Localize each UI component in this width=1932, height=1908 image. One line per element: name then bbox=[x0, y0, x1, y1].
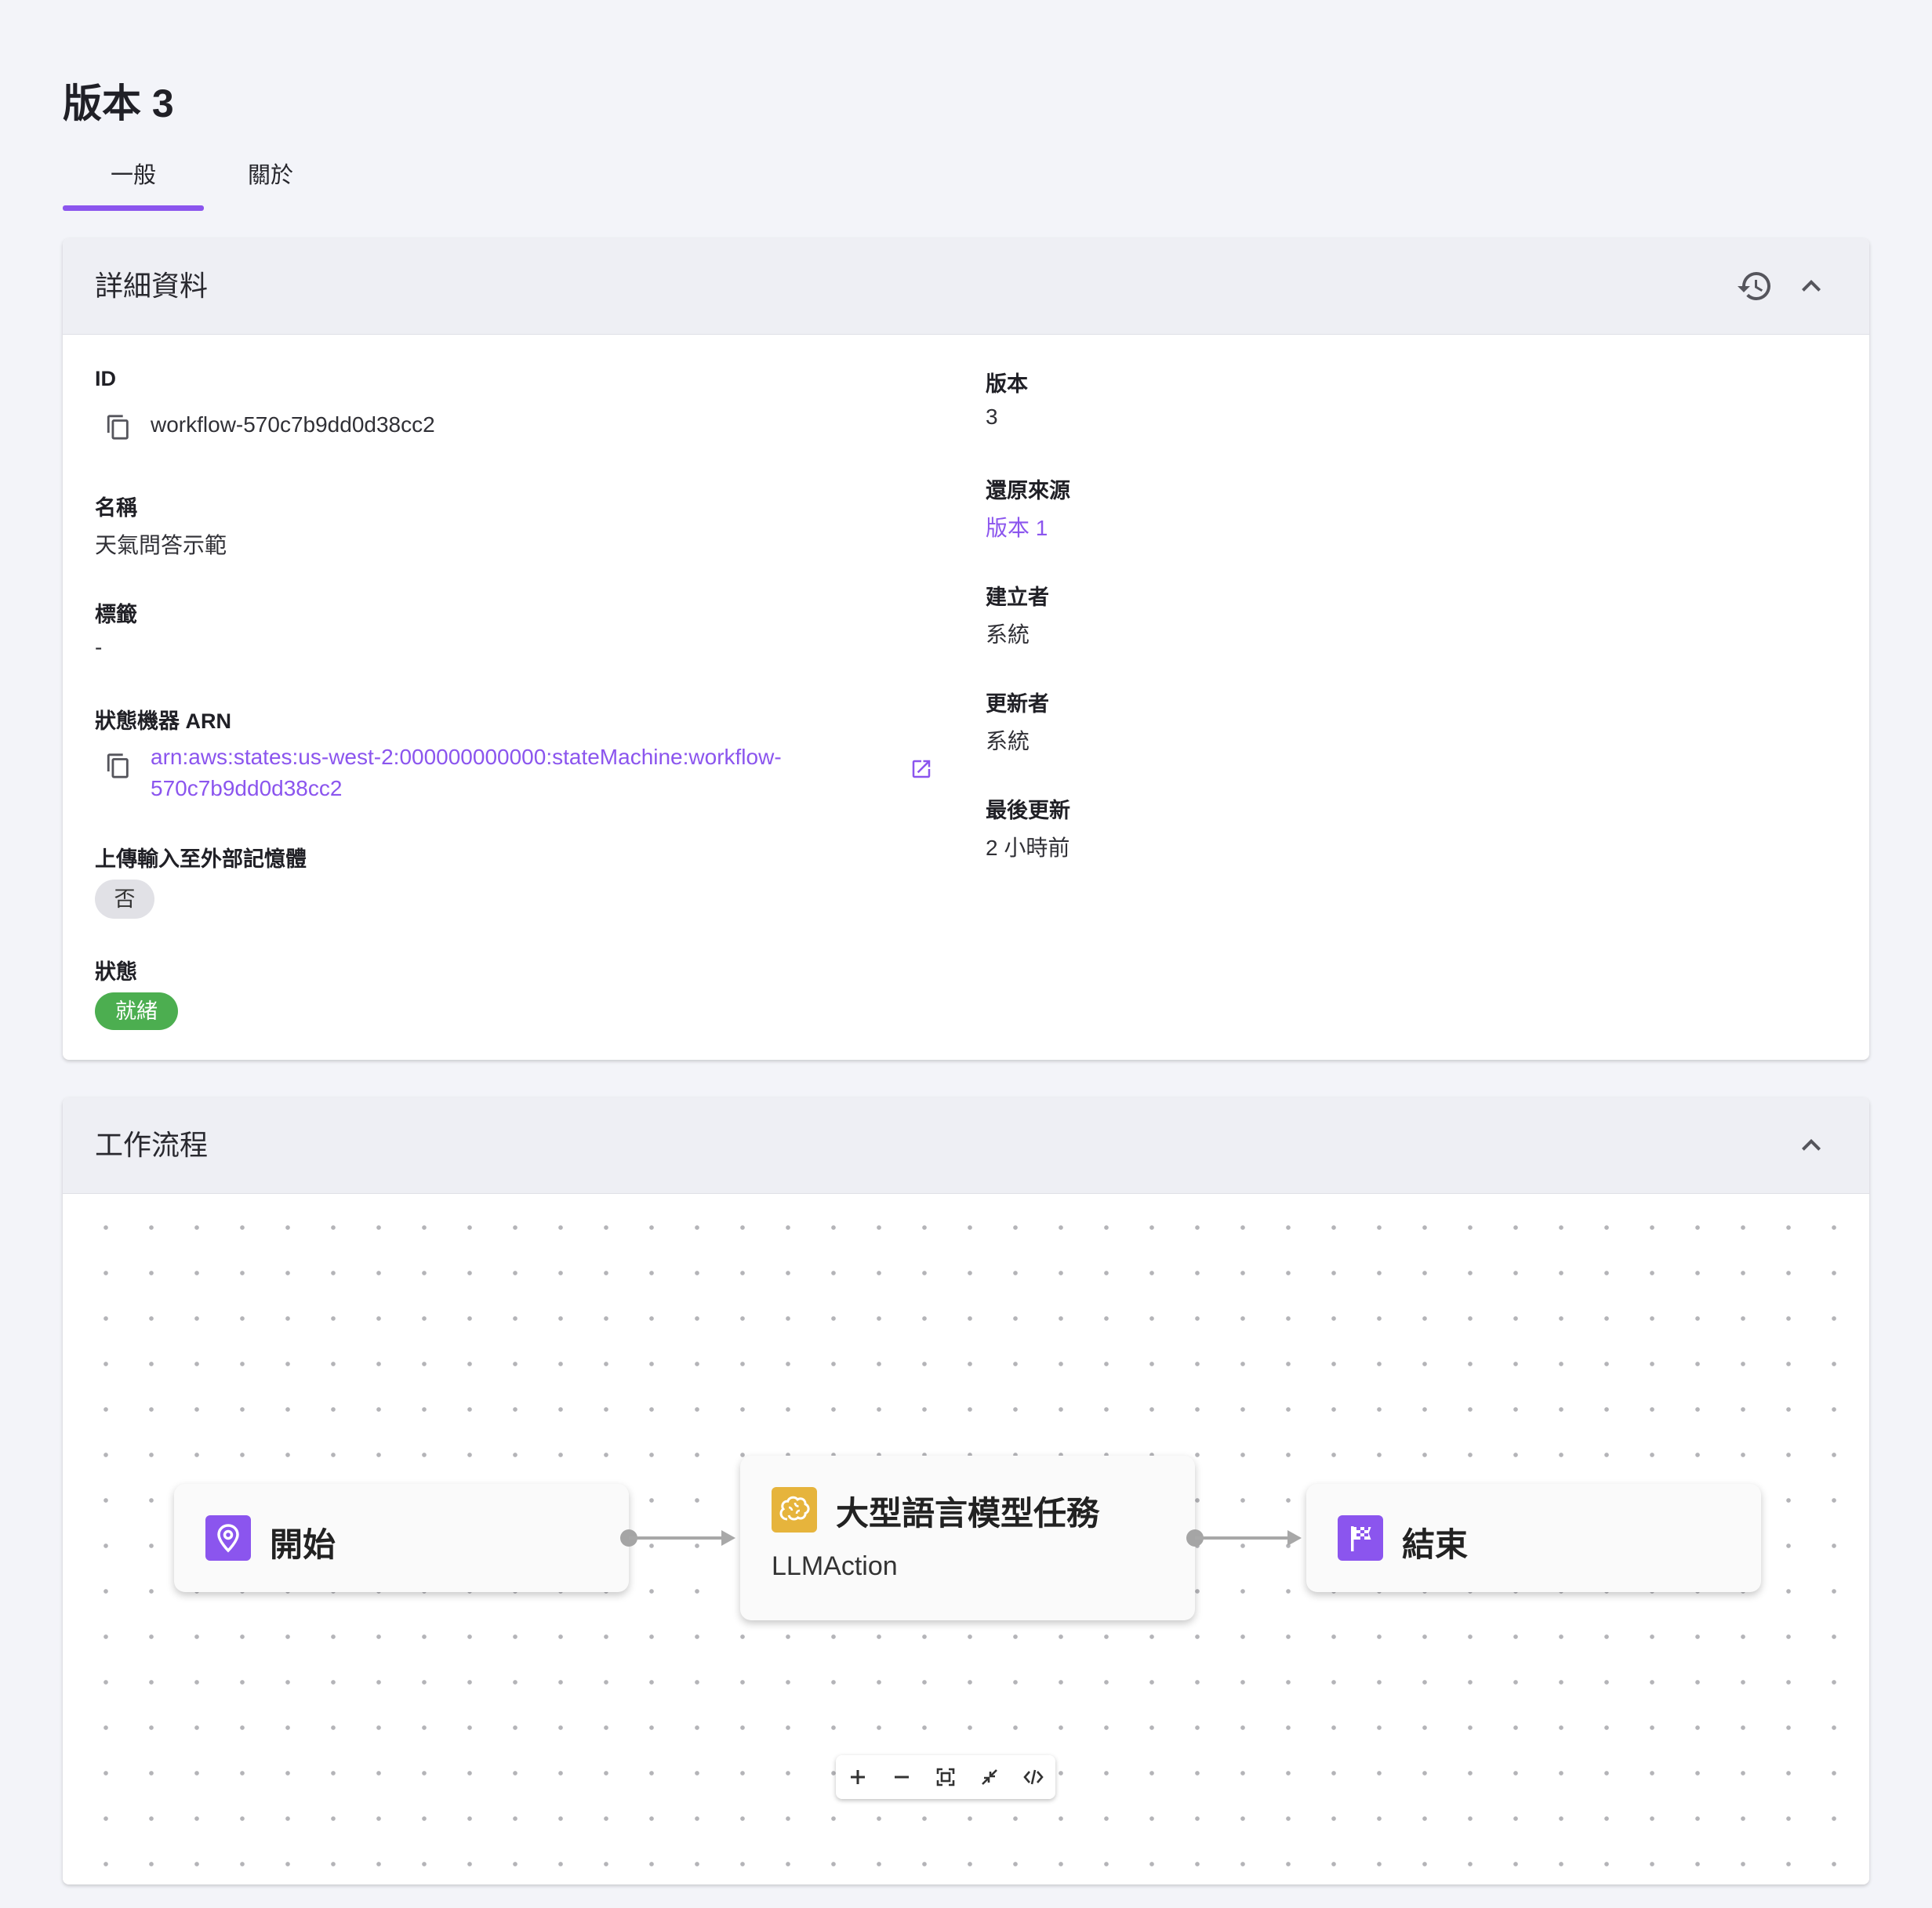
tab-about[interactable]: 關於 bbox=[204, 154, 337, 213]
workflow-card: 工作流程 開始 大型語言模型任務 LLMAction 結束 bbox=[63, 1097, 1869, 1884]
created-by-label: 建立者 bbox=[986, 586, 1049, 609]
details-card-header: 詳細資料 bbox=[63, 238, 1869, 335]
tags-value: - bbox=[95, 635, 103, 659]
name-label: 名稱 bbox=[95, 496, 137, 520]
end-node[interactable]: 結束 bbox=[1306, 1484, 1761, 1592]
llm-node-subtitle: LLMAction bbox=[772, 1551, 898, 1581]
updated-by-label: 更新者 bbox=[986, 692, 1049, 716]
id-value: workflow-570c7b9dd0d38cc2 bbox=[151, 412, 435, 437]
id-label: ID bbox=[95, 367, 116, 390]
zoom-out-icon[interactable] bbox=[880, 1755, 924, 1799]
history-icon[interactable] bbox=[1736, 267, 1774, 305]
upload-value-chip: 否 bbox=[95, 880, 154, 919]
map-pin-icon bbox=[205, 1515, 251, 1561]
page-title: 版本 3 bbox=[63, 82, 174, 125]
status-label: 狀態 bbox=[95, 960, 137, 984]
arn-link[interactable]: arn:aws:states:us-west-2:000000000000:st… bbox=[151, 742, 782, 804]
restored-from-link[interactable]: 版本 1 bbox=[986, 511, 1048, 542]
chevron-up-icon[interactable] bbox=[1792, 267, 1830, 305]
id-field: ID bbox=[95, 367, 116, 391]
copy-icon[interactable] bbox=[105, 753, 132, 779]
last-updated-label: 最後更新 bbox=[986, 799, 1070, 822]
canvas-controls bbox=[836, 1755, 1055, 1799]
tags-label: 標籤 bbox=[95, 603, 137, 626]
copy-icon[interactable] bbox=[105, 414, 132, 441]
edge-start-to-llm bbox=[629, 1530, 735, 1546]
arn-label: 狀態機器 ARN bbox=[95, 709, 231, 733]
zoom-in-icon[interactable] bbox=[836, 1755, 880, 1799]
restored-from-label: 還原來源 bbox=[986, 479, 1070, 502]
arn-line-2: 570c7b9dd0d38cc2 bbox=[151, 776, 343, 800]
external-link-icon[interactable] bbox=[910, 757, 933, 781]
fit-view-icon[interactable] bbox=[924, 1755, 968, 1799]
status-badge: 就緒 bbox=[95, 992, 178, 1030]
checkered-flag-icon bbox=[1338, 1515, 1383, 1561]
brain-icon bbox=[772, 1487, 817, 1533]
start-node-title: 開始 bbox=[270, 1526, 336, 1563]
tab-general[interactable]: 一般 bbox=[63, 154, 204, 213]
last-updated-value: 2 小時前 bbox=[986, 836, 1070, 860]
workflow-canvas[interactable]: 開始 大型語言模型任務 LLMAction 結束 bbox=[63, 1194, 1869, 1884]
details-card: 詳細資料 ID workflow-570c7b9dd0d38cc2 名稱 天氣問… bbox=[63, 238, 1869, 1060]
created-by-value: 系統 bbox=[986, 622, 1030, 647]
chevron-up-icon[interactable] bbox=[1792, 1126, 1830, 1164]
llm-node-title: 大型語言模型任務 bbox=[836, 1495, 1100, 1532]
start-node[interactable]: 開始 bbox=[174, 1484, 629, 1592]
details-card-title: 詳細資料 bbox=[95, 270, 209, 302]
updated-by-value: 系統 bbox=[986, 729, 1030, 753]
edge-llm-to-end bbox=[1195, 1530, 1302, 1546]
code-view-icon[interactable] bbox=[1011, 1755, 1055, 1799]
upload-label: 上傳輸入至外部記憶體 bbox=[95, 847, 307, 871]
workflow-card-title: 工作流程 bbox=[95, 1129, 209, 1161]
arn-line-1: arn:aws:states:us-west-2:000000000000:st… bbox=[151, 745, 782, 769]
active-tab-indicator bbox=[63, 205, 204, 211]
end-node-title: 結束 bbox=[1402, 1526, 1469, 1563]
llm-action-node[interactable]: 大型語言模型任務 LLMAction bbox=[740, 1456, 1195, 1620]
version-value: 3 bbox=[986, 404, 998, 429]
workflow-card-header: 工作流程 bbox=[63, 1097, 1869, 1194]
version-label: 版本 bbox=[986, 372, 1028, 396]
name-value: 天氣問答示範 bbox=[95, 533, 227, 557]
collapse-icon[interactable] bbox=[968, 1755, 1011, 1799]
